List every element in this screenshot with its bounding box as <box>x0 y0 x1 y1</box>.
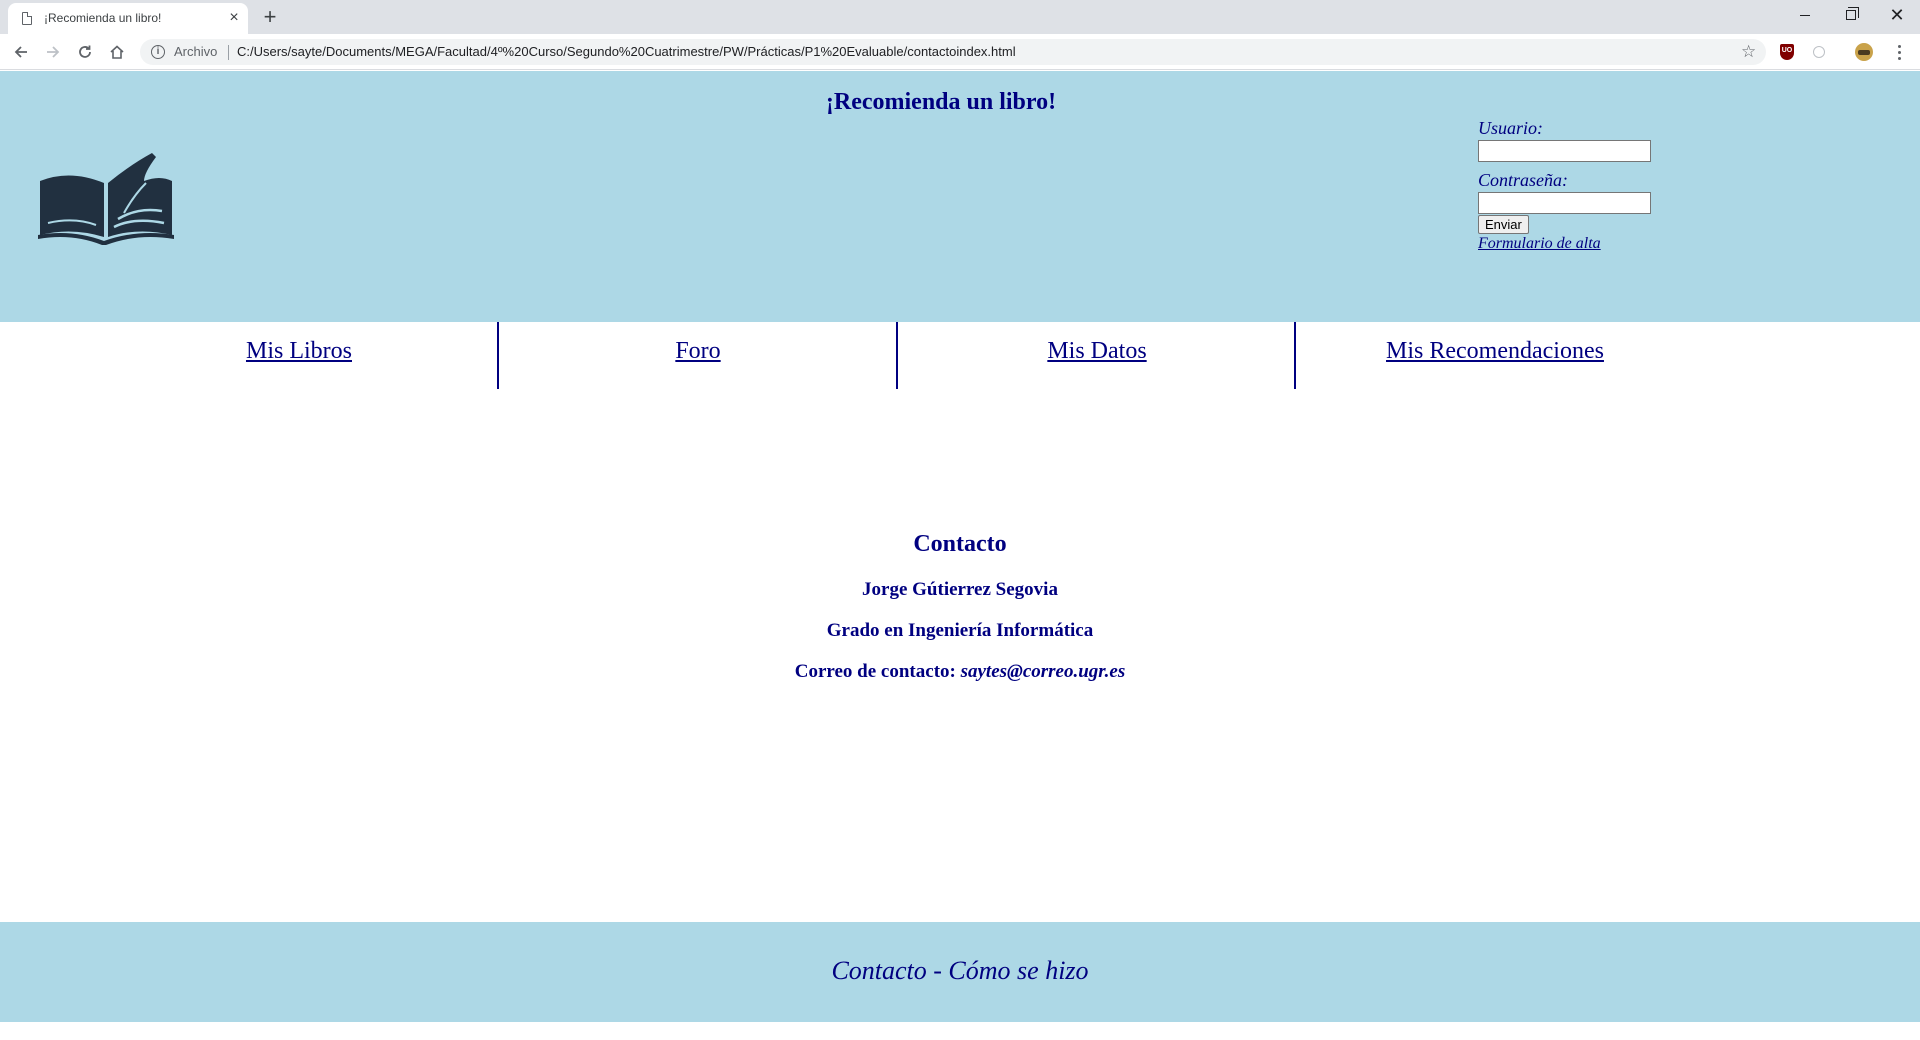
submit-button[interactable]: Enviar <box>1478 215 1529 234</box>
username-field[interactable] <box>1478 140 1651 162</box>
contact-email: saytes@correo.ugr.es <box>960 661 1126 682</box>
browser-tabstrip: ¡Recomienda un libro! × + ✕ <box>0 0 1920 34</box>
login-form: Usuario: Contraseña: Enviar Formulario d… <box>1478 118 1698 253</box>
contact-email-line: Correo de contacto: saytes@correo.ugr.es <box>0 661 1920 683</box>
reload-button[interactable] <box>73 40 97 64</box>
tab-title: ¡Recomienda un libro! <box>44 11 162 25</box>
arrow-right-icon <box>47 46 60 58</box>
divider <box>228 45 229 60</box>
arrow-left-icon <box>14 46 27 58</box>
home-icon <box>110 45 124 59</box>
kebab-menu-icon <box>1897 44 1901 60</box>
nav-link-mis-recomendaciones[interactable]: Mis Recomendaciones <box>1386 338 1604 364</box>
nav-item-mis-recomendaciones: Mis Recomendaciones <box>1296 322 1694 389</box>
nav-link-mis-libros[interactable]: Mis Libros <box>246 338 352 364</box>
close-icon: ✕ <box>1889 5 1905 25</box>
reload-icon <box>79 45 91 58</box>
window-minimize-button[interactable] <box>1782 0 1828 30</box>
open-book-icon <box>38 153 174 245</box>
browser-menu-button[interactable] <box>1890 43 1908 61</box>
nav-item-mis-datos: Mis Datos <box>898 322 1296 389</box>
circle-icon <box>1813 46 1825 58</box>
new-tab-button[interactable]: + <box>258 5 282 29</box>
contact-email-label: Correo de contacto: <box>794 661 956 682</box>
restore-icon <box>1846 7 1859 20</box>
url-text[interactable]: C:/Users/sayte/Documents/MEGA/Facultad/4… <box>237 44 1016 59</box>
window-close-button[interactable]: ✕ <box>1874 0 1920 30</box>
extension-button[interactable] <box>1810 43 1828 61</box>
info-icon[interactable]: i <box>151 45 165 59</box>
address-chip: Archivo <box>174 44 218 59</box>
bookmark-star-icon[interactable]: ☆ <box>1741 42 1756 62</box>
site-footer: Contacto - Cómo se hizo <box>0 922 1920 1022</box>
footer-text: Contacto - Cómo se hizo <box>831 956 1089 985</box>
nav-link-mis-datos[interactable]: Mis Datos <box>1047 338 1146 364</box>
nav-item-mis-libros: Mis Libros <box>100 322 498 389</box>
window-restore-button[interactable] <box>1828 0 1874 30</box>
minimize-icon <box>1800 14 1810 16</box>
password-label: Contraseña: <box>1478 170 1568 190</box>
home-button[interactable] <box>105 40 129 64</box>
site-header: ¡Recomienda un libro! Usuario: Contraseñ… <box>0 71 1920 322</box>
shield-icon: UO <box>1780 44 1794 60</box>
nav-item-foro: Foro <box>499 322 897 389</box>
site-title: ¡Recomienda un libro! <box>825 89 1057 115</box>
contact-degree: Grado en Ingeniería Informática <box>826 620 1094 641</box>
browser-tab[interactable]: ¡Recomienda un libro! × <box>8 3 248 34</box>
password-field[interactable] <box>1478 192 1651 214</box>
document-icon <box>22 11 33 25</box>
back-button[interactable] <box>9 40 33 64</box>
contact-title: Contacto <box>913 531 1007 557</box>
signup-link[interactable]: Formulario de alta <box>1478 235 1698 253</box>
forward-button[interactable] <box>41 40 65 64</box>
address-bar[interactable]: i Archivo C:/Users/sayte/Documents/MEGA/… <box>140 39 1766 65</box>
browser-toolbar: i Archivo C:/Users/sayte/Documents/MEGA/… <box>0 34 1920 70</box>
profile-button[interactable] <box>1855 43 1873 61</box>
tab-close-icon[interactable]: × <box>224 8 244 28</box>
main-navigation: Mis Libros Foro Mis Datos Mis Recomendac… <box>0 322 1920 389</box>
contact-name: Jorge Gútierrez Segovia <box>862 579 1058 600</box>
username-label: Usuario: <box>1478 118 1544 138</box>
web-page: ¡Recomienda un libro! Usuario: Contraseñ… <box>0 71 1920 1040</box>
ublock-extension-button[interactable]: UO <box>1778 43 1796 61</box>
avatar <box>1855 43 1873 61</box>
nav-link-foro[interactable]: Foro <box>675 338 720 364</box>
